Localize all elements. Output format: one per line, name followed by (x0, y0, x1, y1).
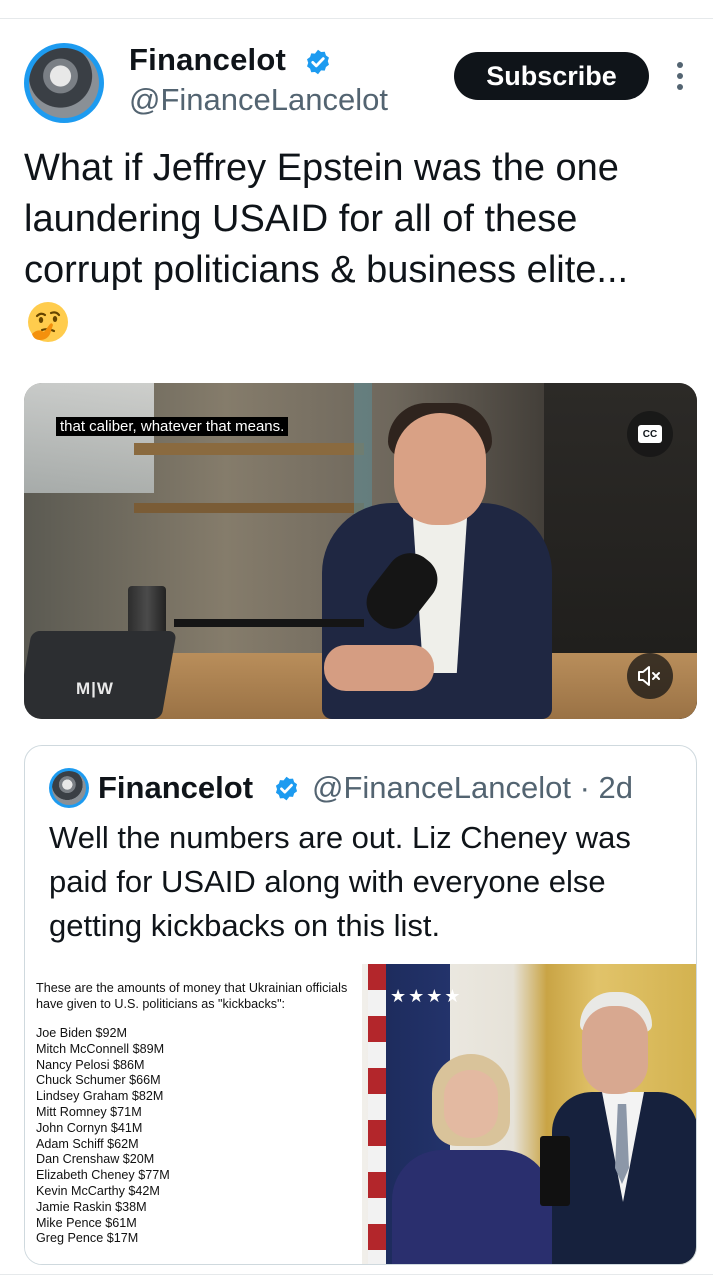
list-item: Mitch McConnell $89M (36, 1041, 165, 1056)
list-item: Mitt Romney $71M (36, 1104, 142, 1119)
closed-captions-button[interactable]: CC (627, 411, 673, 457)
author-avatar[interactable] (24, 43, 104, 123)
post-text: What if Jeffrey Epstein was the one laun… (24, 147, 629, 291)
quote-text: Well the numbers are out. Liz Cheney was… (49, 820, 631, 943)
list-item: Dan Crenshaw $20M (36, 1152, 155, 1167)
bottom-divider (0, 1274, 713, 1275)
video-caption: that caliber, whatever that means. (56, 417, 289, 436)
mute-button[interactable] (627, 653, 673, 699)
list-item: Nancy Pelosi $86M (36, 1057, 145, 1072)
list-item: Chuck Schumer $66M (36, 1073, 161, 1088)
ceremony-photo[interactable]: ★★★★ (362, 964, 696, 1264)
man-figure (552, 992, 696, 1264)
list-item: Greg Pence $17M (36, 1231, 139, 1246)
list-item: Elizabeth Cheney $77M (36, 1168, 170, 1183)
avatar-image (29, 48, 99, 118)
speaker-muted-icon (638, 666, 660, 686)
quote-author-handle[interactable]: @FinanceLancelot · 2d (312, 770, 633, 806)
thinking-face-icon (28, 302, 68, 342)
list-item: Kevin McCarthy $42M (36, 1183, 160, 1198)
video-watermark: M|W (76, 679, 114, 698)
top-divider (0, 18, 713, 19)
woman-figure (392, 1054, 552, 1264)
list-intro: These are the amounts of money that Ukra… (36, 981, 348, 1011)
video-background (24, 383, 154, 493)
quoted-tweet[interactable]: Financelot @FinanceLancelot · 2d Well th… (24, 745, 697, 1265)
more-options-icon[interactable] (670, 58, 690, 94)
author-name[interactable]: Financelot (129, 42, 286, 78)
subscribe-button[interactable]: Subscribe (454, 52, 649, 100)
cc-icon: CC (638, 425, 662, 443)
verified-badge-icon (275, 776, 298, 801)
list-item: John Cornyn $41M (36, 1120, 143, 1135)
medal-box (540, 1136, 570, 1206)
quote-author-name[interactable]: Financelot (98, 770, 253, 806)
author-handle[interactable]: @FinanceLancelot (129, 82, 388, 118)
video-player[interactable]: M|W that caliber, whatever that means. C… (24, 383, 697, 719)
list-item: Lindsey Graham $82M (36, 1089, 164, 1104)
quote-author-avatar[interactable] (49, 768, 89, 808)
list-item: Adam Schiff $62M (36, 1136, 139, 1151)
list-item: Jamie Raskin $38M (36, 1199, 147, 1214)
kickbacks-list-image[interactable]: These are the amounts of money that Ukra… (25, 964, 360, 1264)
list-item: Joe Biden $92M (36, 1026, 128, 1040)
list-item: Mike Pence $61M (36, 1215, 137, 1230)
verified-badge-icon (307, 49, 329, 75)
politician-list: Joe Biden $92M Mitch McConnell $89M Nanc… (36, 1026, 360, 1247)
